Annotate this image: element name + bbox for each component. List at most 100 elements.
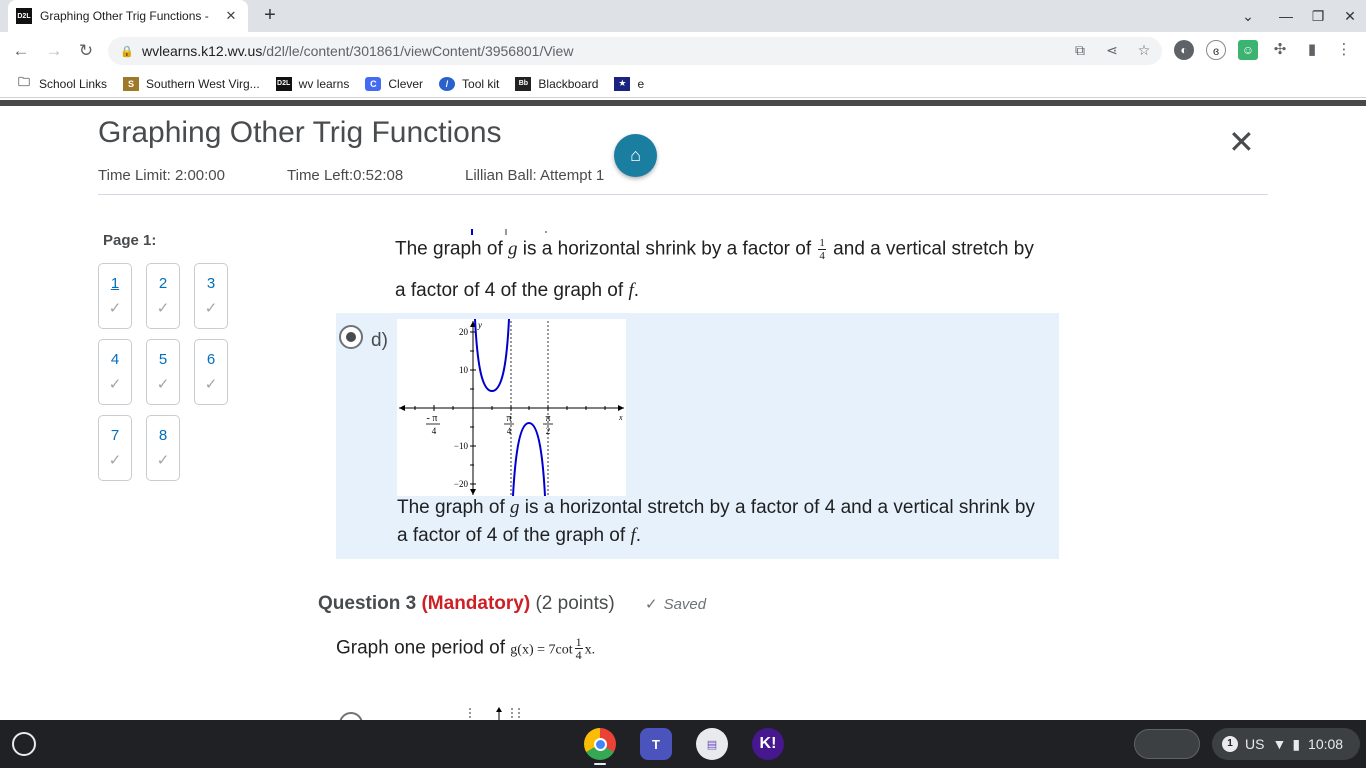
folder-icon: 🗀 (17, 75, 30, 89)
accessibility-helper-icon[interactable]: ⌂ (614, 134, 657, 177)
fraction: 14 (574, 635, 583, 662)
battery-icon: ▮ (1292, 735, 1301, 752)
question-nav-4[interactable]: 4 ✓ (98, 339, 132, 405)
bookmark-clever[interactable]: C Clever (365, 76, 423, 91)
extension-2-icon[interactable]: ɞ (1206, 40, 1226, 60)
option-d-graph: y x 20 10 −10 −20 - π 4 π 4 π 2 (397, 318, 626, 497)
extension-icon[interactable]: ◐ (1174, 40, 1194, 60)
back-button[interactable]: ← (9, 39, 33, 63)
y-axis-label: y (477, 320, 482, 330)
y-tick-10: 10 (459, 365, 469, 375)
blackboard-icon: Bb (515, 76, 532, 91)
check-icon: ✓ (108, 300, 122, 317)
cropped-graph-remnant (468, 224, 548, 235)
y-tick-neg20: −20 (454, 479, 469, 489)
active-app-indicator (594, 763, 606, 765)
check-icon: ✓ (108, 452, 122, 469)
option-d-text-line1: The graph of g is a horizontal stretch b… (397, 497, 1035, 518)
check-icon: ✓ (156, 300, 170, 317)
bookmark-blackboard[interactable]: Bb Blackboard (515, 76, 598, 91)
bookmark-southern-wv[interactable]: S Southern West Virg... (123, 76, 260, 91)
question-nav-3[interactable]: 3 ✓ (194, 263, 228, 329)
side-panel-icon[interactable]: ▮ (1302, 40, 1322, 60)
question-nav-8[interactable]: 8 ✓ (146, 415, 180, 481)
check-icon: ✓ (156, 376, 170, 393)
time-left: Time Left:0:52:08 (287, 167, 404, 184)
menu-icon[interactable]: ⋮ (1334, 40, 1354, 60)
y-tick-20: 20 (459, 327, 469, 337)
x-tick-neg-pi-over-4-den: 4 (432, 426, 437, 436)
os-taskbar: T ▤ K! 1 US ▼ ▮ 10:08 (0, 720, 1366, 768)
question-3-heading: Question 3 (Mandatory) (2 points) (318, 593, 615, 614)
check-icon: ✓ (204, 376, 218, 393)
chrome-app-icon[interactable] (584, 728, 616, 760)
option-d-text-line2: a factor of 4 of the graph of f. (397, 525, 641, 546)
notification-count: 1 (1222, 736, 1238, 752)
option-d-radio[interactable] (339, 325, 363, 349)
check-icon: ✓ (204, 300, 218, 317)
browser-tab[interactable]: D2L Graphing Other Trig Functions - ✕ (8, 0, 248, 32)
option-c-text-line2: a factor of 4 of the graph of f. (395, 280, 639, 301)
check-icon: ✓ (156, 452, 170, 469)
southern-wv-icon: S (123, 76, 140, 91)
d2l-favicon-icon: D2L (16, 8, 32, 24)
x-tick-neg-pi-over-4-num: - π (427, 413, 438, 424)
y-tick-neg10: −10 (454, 441, 469, 451)
question-3-graph-partial (466, 706, 526, 720)
teams-app-icon[interactable]: T (640, 728, 672, 760)
quiz-title: Graphing Other Trig Functions (98, 116, 502, 149)
tab-search-icon[interactable]: ⌄ (1232, 0, 1264, 32)
bookmark-star-icon[interactable]: ☆ (1132, 38, 1156, 62)
tab-title: Graphing Other Trig Functions - (40, 9, 209, 23)
url-text: wvlearns.k12.wv.us/d2l/le/content/301861… (142, 43, 574, 59)
bookmark-wv-learns[interactable]: D2L wv learns (275, 76, 349, 91)
check-icon: ✓ (108, 376, 122, 393)
kahoot-app-icon[interactable]: K! (752, 728, 784, 760)
question-nav-2[interactable]: 2 ✓ (146, 263, 180, 329)
page-label: Page 1: (103, 232, 157, 249)
question-nav-6[interactable]: 6 ✓ (194, 339, 228, 405)
close-tab-icon[interactable]: ✕ (222, 8, 240, 24)
page-top-bar (0, 100, 1366, 106)
time-limit: Time Limit: 2:00:00 (98, 167, 225, 184)
attempt-info: Lillian Ball: Attempt 1 (465, 167, 605, 184)
reload-button[interactable]: ↻ (74, 39, 98, 63)
close-window-button[interactable]: ✕ (1334, 0, 1366, 32)
extension-3-icon[interactable]: ☺ (1238, 40, 1258, 60)
option-c-text-line1: The graph of g is a horizontal shrink by… (395, 237, 1034, 262)
extensions-puzzle-icon[interactable]: ✣ (1270, 40, 1290, 60)
close-quiz-button[interactable]: ✕ (1228, 126, 1255, 158)
fraction: 14 (818, 237, 826, 262)
bookmark-tool-kit[interactable]: / Tool kit (439, 76, 499, 91)
keyboard-layout: US (1245, 736, 1265, 752)
new-tab-button[interactable]: + (258, 3, 282, 27)
clever-icon: C (365, 76, 382, 91)
toolkit-icon: / (439, 76, 456, 91)
files-app-icon[interactable]: ▤ (696, 728, 728, 760)
option-d-label: d) (371, 330, 388, 351)
question-nav-1[interactable]: 1 ✓ (98, 263, 132, 329)
bookmark-school-links[interactable]: 🗀 School Links (16, 75, 107, 91)
launcher-button[interactable] (12, 732, 36, 756)
share-icon[interactable]: ⋖ (1100, 38, 1124, 62)
lock-icon[interactable]: 🔒 (120, 45, 134, 58)
bookmarks-bar: 🗀 School Links S Southern West Virg... D… (0, 70, 1366, 98)
status-tray[interactable]: 1 US ▼ ▮ 10:08 (1212, 728, 1360, 760)
header-divider (98, 194, 1268, 195)
clock: 10:08 (1308, 736, 1344, 752)
wifi-icon: ▼ (1272, 736, 1287, 752)
forward-button[interactable]: → (42, 39, 66, 63)
d2l-icon: D2L (275, 76, 292, 91)
question-nav-7[interactable]: 7 ✓ (98, 415, 132, 481)
check-icon: ✓ (645, 596, 658, 613)
address-bar[interactable]: 🔒 wvlearns.k12.wv.us/d2l/le/content/3018… (108, 37, 1162, 65)
screen-capture-thumbnail[interactable] (1134, 729, 1200, 759)
question-nav-5[interactable]: 5 ✓ (146, 339, 180, 405)
open-in-app-icon[interactable]: ⧉ (1068, 38, 1092, 62)
star-badge-icon: ★ (614, 76, 631, 91)
saved-status: ✓ Saved (645, 596, 707, 613)
browser-toolbar: ← → ↻ 🔒 wvlearns.k12.wv.us/d2l/le/conten… (0, 32, 1366, 70)
restore-button[interactable]: ❐ (1302, 0, 1334, 32)
bookmark-e[interactable]: ★ e (614, 76, 644, 91)
minimize-button[interactable]: — (1270, 0, 1302, 32)
